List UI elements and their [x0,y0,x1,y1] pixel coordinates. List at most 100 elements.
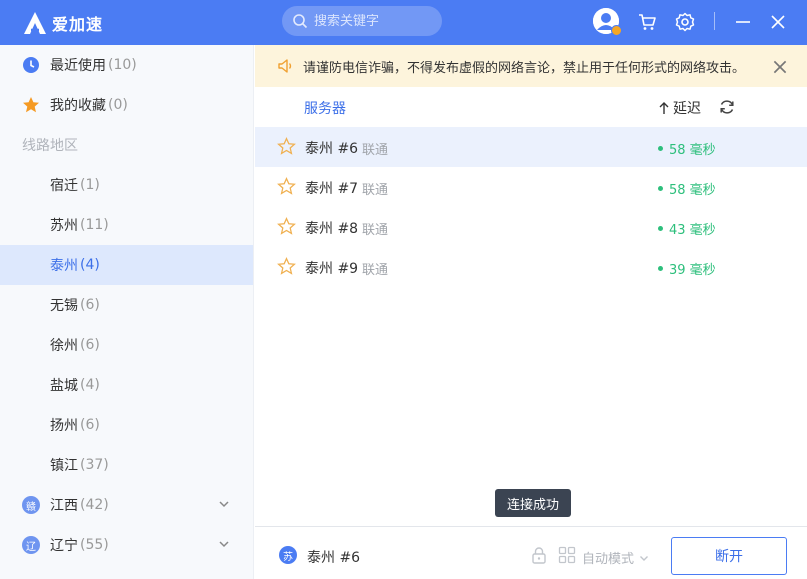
grid-icon [558,546,576,564]
search-icon [293,14,308,29]
search-input[interactable] [314,13,434,29]
server-latency: 43 毫秒 [658,219,716,238]
toast-message: 连接成功 [495,489,571,517]
sidebar-item-label: 宿迁 [50,178,78,194]
logo-icon [24,12,46,34]
sidebar-item-label: 无锡 [50,298,78,314]
sidebar-item-label: 盐城 [50,378,78,394]
sidebar-item-label: 最近使用 [50,58,106,74]
sidebar-item-count: (4) [80,257,100,273]
user-avatar[interactable] [593,8,622,36]
favorite-star-icon[interactable] [277,257,296,276]
sidebar-item-count: (10) [108,57,137,73]
sidebar-item-city[interactable]: 宿迁 (1) [0,165,253,205]
favorite-star-icon[interactable] [277,217,296,236]
sidebar-item-city[interactable]: 无锡 (6) [0,285,253,325]
server-latency: 58 毫秒 [658,179,716,198]
clock-icon [22,56,40,74]
close-icon [771,15,785,29]
lock-icon[interactable] [530,546,548,564]
connection-bar: 苏 泰州 #6 自动模式 断开 [255,526,807,579]
sidebar-item-label: 扬州 [50,418,78,434]
sidebar-item-province[interactable]: 赣 江西 (42) [0,485,253,525]
chevron-down-icon [640,555,649,561]
server-list-header: 服务器 延迟 [255,87,807,127]
app-logo: 爱加速 [22,10,103,36]
server-name: 泰州 #7 [305,181,359,197]
speaker-icon [278,59,292,73]
server-latency: 58 毫秒 [658,139,716,158]
server-row[interactable]: 泰州 #9 联通 39 毫秒 [255,247,807,287]
sidebar-item-count: (55) [80,537,109,553]
status-dot [658,186,663,191]
latency-value: 58 毫秒 [669,143,716,158]
server-row[interactable]: 泰州 #8 联通 43 毫秒 [255,207,807,247]
gear-icon [675,12,695,32]
server-isp: 联通 [362,223,389,238]
sidebar-item-label: 泰州 [50,258,78,274]
column-header-server[interactable]: 服务器 [304,98,346,118]
close-button[interactable] [765,9,791,35]
refresh-icon[interactable] [718,98,736,116]
sidebar-item-label: 辽宁 [50,538,78,554]
sidebar-item-label: 我的收藏 [50,98,106,114]
star-icon [22,96,40,114]
notice-text: 请谨防电信诈骗，不得发布虚假的网络言论，禁止用于任何形式的网络攻击。 [303,60,746,76]
sidebar-item-label: 江西 [50,498,78,514]
toolbar-divider [714,12,715,30]
status-dot [658,146,663,151]
server-isp: 联通 [362,183,389,198]
province-badge: 辽 [22,536,40,554]
sidebar-item-count: (6) [80,337,100,353]
search-box[interactable] [282,6,442,36]
sidebar-item-count: (42) [80,497,109,513]
sidebar-item-label: 镇江 [50,458,78,474]
region-badge: 苏 [279,546,297,564]
close-icon[interactable] [771,58,789,76]
sidebar-item-city[interactable]: 徐州 (6) [0,325,253,365]
sidebar-item-count: (1) [80,177,100,193]
sidebar-item-favorites[interactable]: 我的收藏 (0) [0,85,253,125]
minimize-button[interactable] [730,9,756,35]
column-header-latency: 延迟 [673,101,701,117]
sidebar-item-count: (11) [80,217,109,233]
current-server: 泰州 #6 [307,550,361,566]
cart-icon [639,14,656,30]
sidebar-item-province[interactable]: 辽 辽宁 (55) [0,525,253,565]
favorite-star-icon[interactable] [277,177,296,196]
sidebar-item-recent[interactable]: 最近使用 (10) [0,45,253,85]
sidebar-item-count: (6) [80,417,100,433]
sidebar-item-count: (6) [80,297,100,313]
sidebar-item-count: (4) [80,377,100,393]
settings-button[interactable] [672,9,698,35]
server-latency: 39 毫秒 [658,259,716,278]
sidebar-item-city-selected[interactable]: 泰州 (4) [0,245,253,285]
server-isp: 联通 [362,263,389,278]
server-name: 泰州 #6 [305,141,359,157]
latency-value: 39 毫秒 [669,263,716,278]
arrow-up-icon [659,102,669,114]
disconnect-button[interactable]: 断开 [671,537,787,575]
sidebar-item-city[interactable]: 扬州 (6) [0,405,253,445]
province-badge: 赣 [22,496,40,514]
sort-latency-button[interactable]: 延迟 [658,98,701,118]
server-row[interactable]: 泰州 #7 联通 58 毫秒 [255,167,807,207]
app-title: 爱加速 [52,15,104,34]
sidebar-item-city[interactable]: 盐城 (4) [0,365,253,405]
notice-bar: 请谨防电信诈骗，不得发布虚假的网络言论，禁止用于任何形式的网络攻击。 [255,45,807,87]
mode-select[interactable]: 自动模式 [582,548,650,567]
sidebar-item-city[interactable]: 镇江 (37) [0,445,253,485]
sidebar-item-count: (37) [80,457,109,473]
sidebar-item-count: (0) [108,97,128,113]
vip-badge [611,25,622,36]
sidebar-item-city[interactable]: 苏州 (11) [0,205,253,245]
server-name: 泰州 #9 [305,261,359,277]
favorite-star-icon[interactable] [277,137,296,156]
sidebar: 最近使用 (10) 我的收藏 (0) 线路地区 宿迁 (1) 苏州 (11) 泰… [0,45,254,579]
chevron-down-icon [219,501,229,508]
latency-value: 58 毫秒 [669,183,716,198]
server-row-selected[interactable]: 泰州 #6 联通 58 毫秒 [255,127,807,167]
cart-button[interactable] [634,9,660,35]
status-dot [658,266,663,271]
section-heading: 线路地区 [22,138,78,154]
